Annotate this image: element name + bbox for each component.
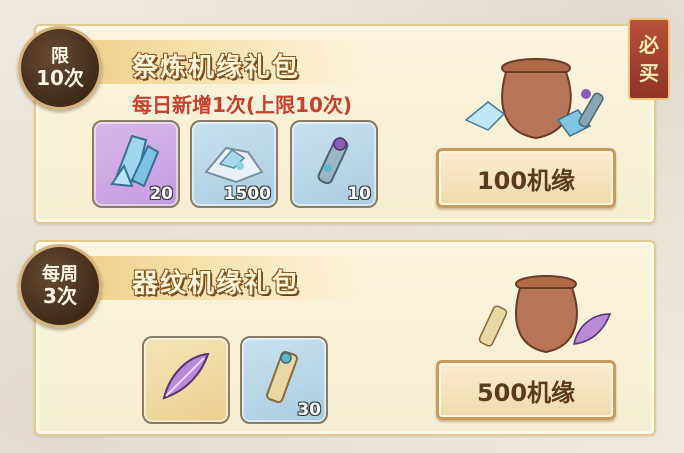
badge-line-1: 每周 bbox=[42, 264, 78, 285]
item-count: 10 bbox=[347, 184, 371, 204]
badge-line-2: 10次 bbox=[36, 66, 84, 90]
gift-bag-icon bbox=[478, 275, 612, 354]
item-slot-ice-pile[interactable]: 1500 bbox=[190, 120, 278, 208]
gift-bag-icon bbox=[464, 58, 604, 140]
pack-limit-text: 每日新增1次(上限10次) bbox=[132, 93, 353, 117]
item-count: 1500 bbox=[223, 184, 271, 204]
item-slot-scroll[interactable]: 30 bbox=[240, 336, 328, 424]
item-slot-feather[interactable] bbox=[142, 336, 230, 424]
item-count: 20 bbox=[149, 184, 173, 204]
badge-line-2: 3次 bbox=[43, 284, 77, 308]
pack-title: 祭炼机缘礼包 bbox=[132, 53, 301, 83]
badge-line-1: 限 bbox=[51, 46, 69, 67]
buy-button[interactable]: 500机缘 bbox=[436, 360, 616, 420]
item-slot-crystal[interactable]: 20 bbox=[92, 120, 180, 208]
item-count: 30 bbox=[297, 400, 321, 420]
pack-title: 器纹机缘礼包 bbox=[132, 269, 301, 299]
buy-button[interactable]: 100机缘 bbox=[436, 148, 616, 208]
weekly-badge: 每周 3次 bbox=[18, 244, 102, 328]
must-buy-tag: 必买 bbox=[628, 18, 670, 100]
item-slot-talisman[interactable]: 10 bbox=[290, 120, 378, 208]
purple-feather-icon bbox=[162, 352, 210, 400]
must-buy-label: 必买 bbox=[639, 33, 659, 85]
limit-badge: 限 10次 bbox=[18, 26, 102, 110]
